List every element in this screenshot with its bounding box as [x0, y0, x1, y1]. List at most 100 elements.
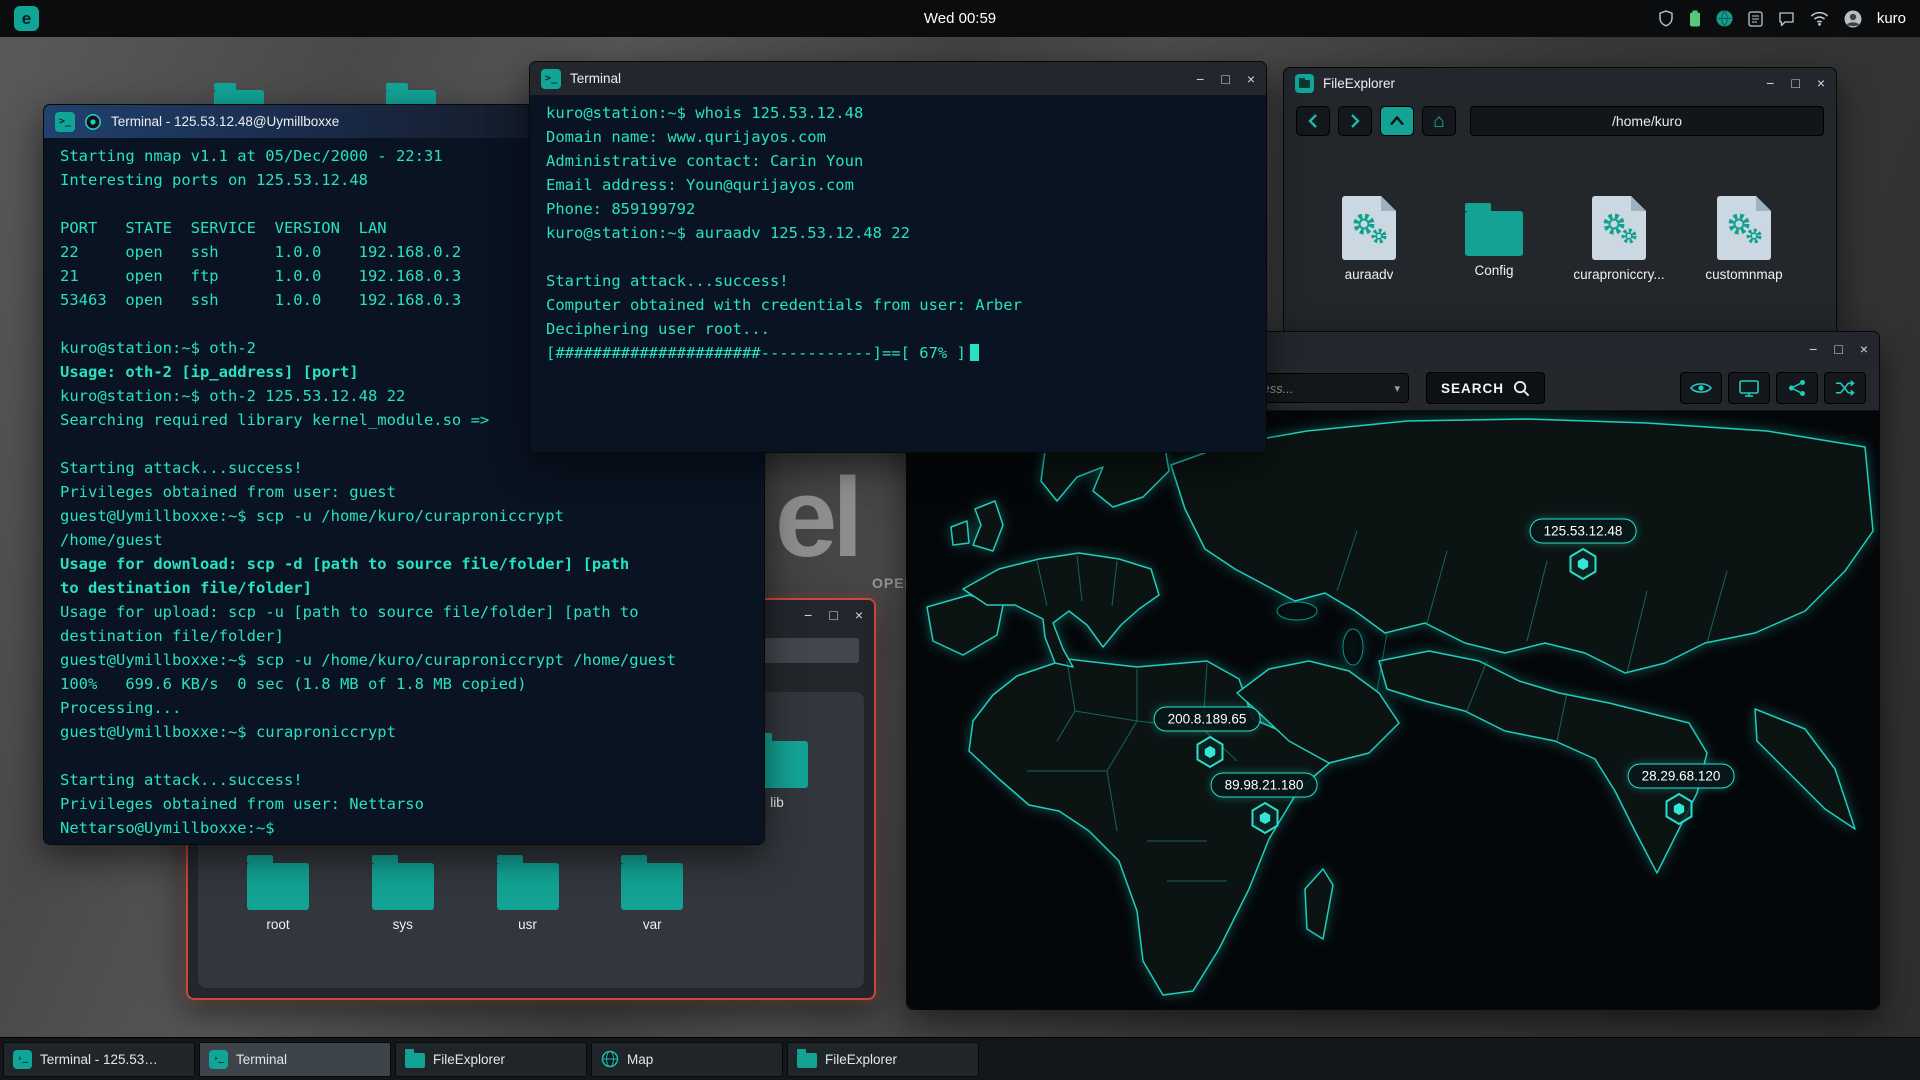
world-map[interactable]: 125.53.12.48 200.8.189.65 89.98.21.180 28.2…: [907, 411, 1879, 1009]
terminal-line: kuro@station:~$ whois 125.53.12.48: [546, 101, 1250, 125]
folder-icon: [497, 863, 559, 910]
folder-icon: [621, 863, 683, 910]
share-icon: [1788, 379, 1806, 397]
item-label: auraadv: [1345, 267, 1394, 282]
wifi-icon[interactable]: [1810, 11, 1829, 26]
home-button[interactable]: ⌂: [1422, 106, 1456, 136]
search-button[interactable]: SEARCH: [1426, 372, 1545, 404]
file-item[interactable]: customnmap: [1689, 196, 1799, 282]
close-button[interactable]: ×: [1247, 72, 1255, 86]
close-button[interactable]: ×: [855, 608, 863, 622]
chat-icon[interactable]: [1778, 11, 1795, 27]
map-node-icon[interactable]: [1568, 547, 1598, 581]
minimize-button[interactable]: −: [804, 608, 812, 622]
window-title: Terminal: [570, 71, 621, 86]
folder-item[interactable]: var: [602, 848, 702, 932]
eye-button[interactable]: [1680, 372, 1722, 404]
window-titlebar[interactable]: FileExplorer − □ ×: [1284, 68, 1836, 98]
home-icon: ⌂: [1433, 112, 1444, 131]
terminal-line: Computer obtained with credentials from …: [546, 293, 1250, 317]
wallpaper-logo-text: el: [775, 462, 858, 574]
shield-icon[interactable]: [1658, 10, 1674, 27]
folder-icon: [797, 1050, 817, 1068]
map-ip-label[interactable]: 28.29.68.120: [1628, 764, 1735, 789]
remote-screen-icon: [1739, 380, 1759, 397]
window-titlebar[interactable]: >_ Terminal − □ ×: [530, 62, 1266, 95]
top-menu-bar: e Wed 00:59 kuro: [0, 0, 1920, 37]
search-button-label: SEARCH: [1441, 381, 1504, 396]
wallpaper-logo: el OPER: [775, 462, 858, 574]
item-label: var: [643, 917, 662, 932]
file-item[interactable]: auraadv: [1314, 196, 1424, 282]
forward-button[interactable]: [1338, 106, 1372, 136]
item-label: Config: [1474, 263, 1513, 278]
terminal-line: Starting attack...success!: [546, 269, 1250, 293]
map-ip-label[interactable]: 125.53.12.48: [1530, 519, 1637, 544]
network-globe-icon[interactable]: [1716, 10, 1733, 27]
taskbar-item-label: Terminal: [236, 1052, 287, 1067]
minimize-button[interactable]: −: [1766, 76, 1774, 90]
folder-item[interactable]: sys: [353, 848, 453, 932]
folder-item[interactable]: usr: [478, 848, 578, 932]
taskbar-item-terminal[interactable]: ›_Terminal: [199, 1042, 391, 1077]
chevron-down-icon: ▾: [1394, 382, 1400, 395]
map-node-icon[interactable]: [1250, 801, 1280, 835]
item-label: root: [266, 917, 289, 932]
tasks-icon[interactable]: [1748, 11, 1763, 27]
terminal-line: Administrative contact: Carin Youn: [546, 149, 1250, 173]
battery-icon[interactable]: [1689, 10, 1701, 27]
terminal-icon: >_: [541, 69, 561, 89]
connection-target-icon: [84, 113, 102, 131]
terminal-line: Email address: Youn@qurijayos.com: [546, 173, 1250, 197]
taskbar-item-label: Terminal - 125.53…: [40, 1052, 158, 1067]
taskbar-item-fileexplorer[interactable]: FileExplorer: [395, 1042, 587, 1077]
item-label: curaproniccry...: [1573, 267, 1664, 282]
taskbar-item-fileexplorer[interactable]: FileExplorer: [787, 1042, 979, 1077]
map-ip-label[interactable]: 200.8.189.65: [1154, 707, 1261, 732]
folder-item[interactable]: Config: [1439, 196, 1549, 282]
taskbar-item-terminal-125-53-[interactable]: ›_Terminal - 125.53…: [3, 1042, 195, 1077]
item-label: customnmap: [1705, 267, 1782, 282]
back-button[interactable]: [1296, 106, 1330, 136]
desktop: el OPER FileExplorer − □ × librootsysusr…: [0, 0, 1920, 1080]
terminal-line: guest@Uymillboxxe:~$ curaproniccrypt: [60, 720, 748, 744]
chevron-right-icon: [1350, 114, 1360, 128]
shuffle-button[interactable]: [1824, 372, 1866, 404]
item-label: sys: [393, 917, 413, 932]
folder-icon: [247, 863, 309, 910]
folder-icon: [372, 863, 434, 910]
terminal-icon: >_: [55, 112, 75, 132]
path-input[interactable]: [1470, 106, 1824, 136]
close-button[interactable]: ×: [1817, 76, 1825, 90]
terminal-line: guest@Uymillboxxe:~$ scp -u /home/kuro/c…: [60, 504, 748, 528]
user-avatar-icon[interactable]: [1844, 10, 1862, 28]
folder-item[interactable]: root: [228, 848, 328, 932]
minimize-button[interactable]: −: [1809, 342, 1817, 356]
up-button[interactable]: [1380, 106, 1414, 136]
navigation-bar: ⌂: [1284, 98, 1836, 144]
terminal-line: Processing...: [60, 696, 748, 720]
shuffle-icon: [1835, 380, 1855, 396]
remote-screen-button[interactable]: [1728, 372, 1770, 404]
taskbar-item-map[interactable]: Map: [591, 1042, 783, 1077]
map-node-icon[interactable]: [1195, 735, 1225, 769]
file-icon: [1592, 196, 1646, 260]
file-item[interactable]: curaproniccry...: [1564, 196, 1674, 282]
folder-icon: [405, 1050, 425, 1068]
file-explorer-icon: [1295, 74, 1314, 93]
maximize-button[interactable]: □: [829, 608, 837, 622]
terminal-line: [546, 245, 1250, 269]
os-logo-icon[interactable]: e: [14, 6, 39, 31]
maximize-button[interactable]: □: [1221, 72, 1229, 86]
maximize-button[interactable]: □: [1791, 76, 1799, 90]
close-button[interactable]: ×: [1860, 342, 1868, 356]
maximize-button[interactable]: □: [1834, 342, 1842, 356]
minimize-button[interactable]: −: [1196, 72, 1204, 86]
map-node-icon[interactable]: [1664, 792, 1694, 826]
map-ip-label[interactable]: 89.98.21.180: [1211, 773, 1318, 798]
share-button[interactable]: [1776, 372, 1818, 404]
taskbar-item-label: FileExplorer: [825, 1052, 897, 1067]
terminal-line: to destination file/folder]: [60, 576, 748, 600]
terminal-output[interactable]: kuro@station:~$ whois 125.53.12.48Domain…: [530, 95, 1266, 452]
window-title: FileExplorer: [1323, 76, 1395, 91]
